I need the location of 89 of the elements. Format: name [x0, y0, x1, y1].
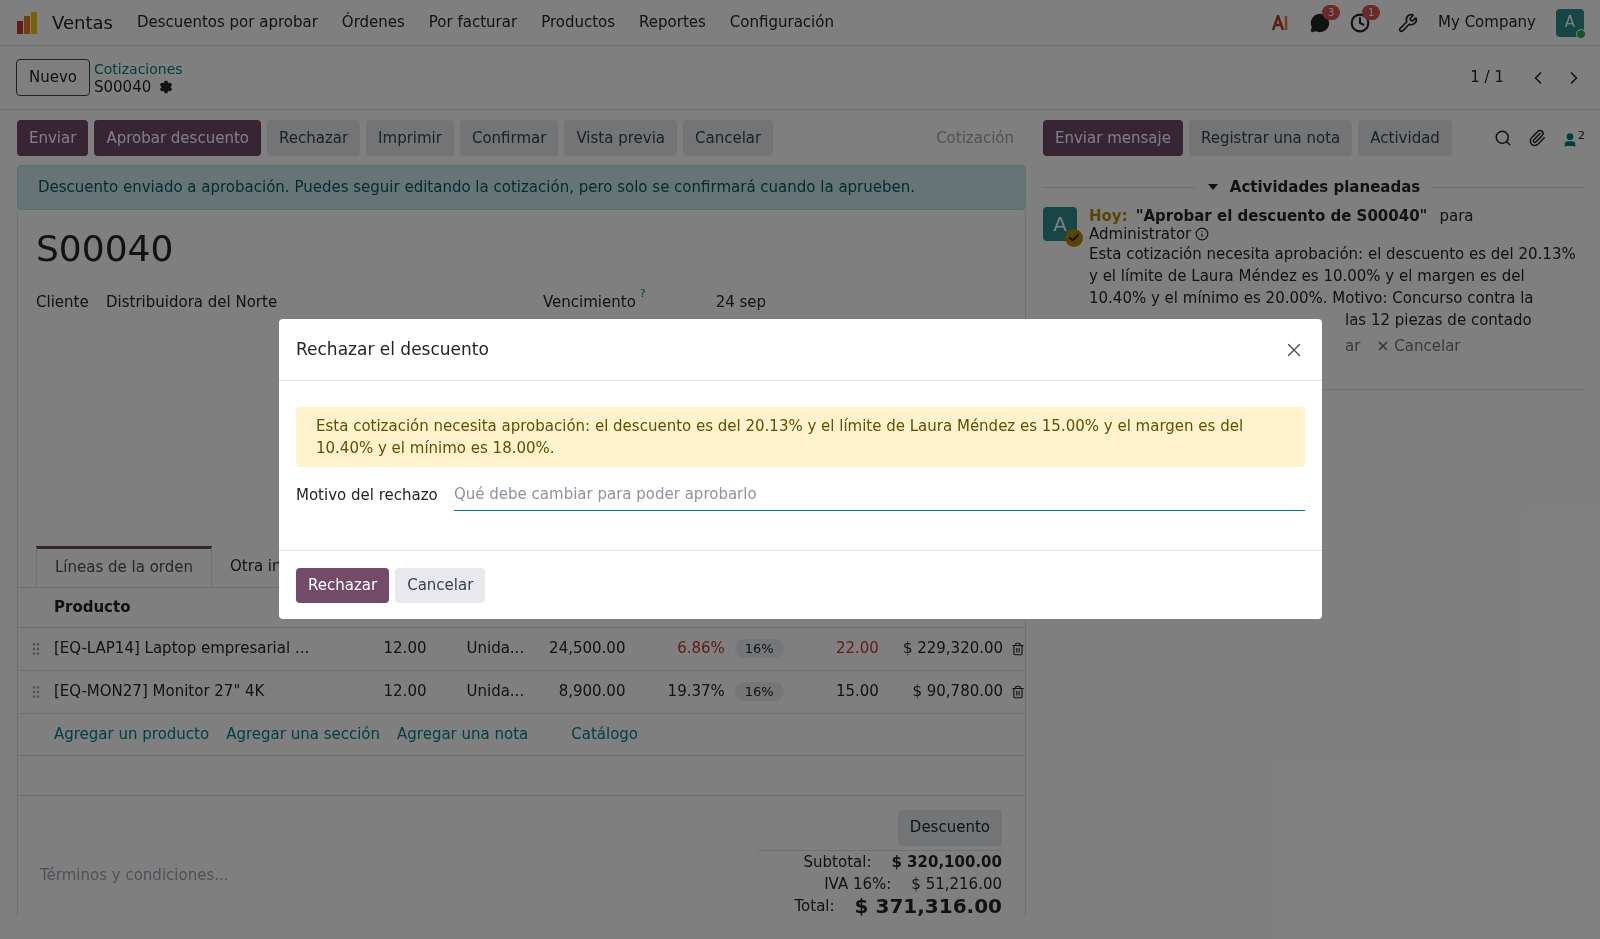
chatter-button[interactable]: Enviar mensaje: [1043, 120, 1183, 156]
record-title: S00040: [36, 226, 175, 271]
delete-icon[interactable]: [1011, 684, 1025, 699]
table-cell-text: $ 229,320.00: [901, 638, 1004, 660]
table-cell-text: $ 90,780.00: [911, 681, 1004, 703]
action-button[interactable]: Confirmar: [459, 120, 559, 156]
tax-badge: 16%: [734, 682, 784, 702]
search-icon[interactable]: [1494, 129, 1512, 147]
table-cell-text: [EQ-LAP14] Laptop empresarial ...: [53, 638, 311, 660]
chatter-button[interactable]: Actividad: [1358, 120, 1452, 156]
reason-input[interactable]: Qué debe cambiar para poder aprobarlo: [454, 479, 1305, 511]
follower-count: 2: [1578, 128, 1585, 144]
table-cell-text: 19.37%: [666, 681, 725, 703]
total-label: Total:: [794, 895, 835, 917]
field-label: Vencimiento: [543, 292, 636, 314]
column-header[interactable]: Producto: [54, 595, 131, 619]
clock-icon[interactable]: [1350, 12, 1371, 33]
record-name: S00040: [94, 77, 152, 96]
notification-badge: 1: [1362, 4, 1381, 20]
activity-title: "Aprobar el descuento de S00040": [1135, 206, 1428, 225]
form-tab[interactable]: Líneas de la orden: [36, 545, 213, 587]
pager: 1 / 1: [1470, 67, 1504, 89]
field-label: Cliente: [36, 292, 90, 314]
activity-for: para: [1439, 206, 1474, 225]
action-button[interactable]: Vista previa: [564, 120, 678, 156]
notification-badge: 3: [1322, 4, 1341, 20]
company-name[interactable]: My Company: [1438, 11, 1536, 34]
table-cell-text: 12.00: [382, 681, 427, 703]
menu-item[interactable]: Reportes: [639, 11, 706, 34]
chat-icon[interactable]: [1310, 12, 1331, 33]
table-cell-text: Unida...: [465, 638, 526, 660]
caret-icon[interactable]: [1207, 184, 1218, 191]
user-avatar[interactable]: A: [1556, 8, 1584, 37]
action-button[interactable]: Cancelar: [683, 120, 774, 156]
table-cell-text: 24,500.00: [548, 638, 626, 660]
followers-icon[interactable]: [1562, 132, 1578, 148]
total-value: $ 320,100.00: [891, 851, 1002, 873]
new-button[interactable]: Nuevo: [16, 59, 90, 96]
menu-item[interactable]: Configuración: [729, 11, 834, 34]
info-alert: Descuento enviado a aprobación. Puedes seguir editando la cotización, pero solo se confirmará cuando la aprueben.: [17, 165, 1026, 210]
menu-item[interactable]: Descuentos por aprobar: [136, 11, 318, 34]
info-icon[interactable]: [1195, 226, 1210, 241]
table-cell-text: 15.00: [834, 681, 879, 703]
total-label: IVA 16%:: [824, 873, 892, 895]
tools-icon[interactable]: [1398, 12, 1419, 33]
help-icon[interactable]: ?: [639, 287, 646, 300]
add-link[interactable]: Agregar una nota: [397, 722, 529, 746]
activity-note: las 12 piezas de contado: [1344, 309, 1533, 331]
dialog-title: Rechazar el descuento: [296, 337, 489, 361]
tax-badge: 16%: [734, 639, 784, 659]
section-title[interactable]: Actividades planeadas: [1229, 176, 1421, 199]
action-button[interactable]: Imprimir: [366, 120, 454, 156]
breadcrumb-link[interactable]: Cotizaciones: [94, 59, 183, 78]
activity-link[interactable]: Cancelar: [1394, 334, 1461, 357]
menu-item[interactable]: Por facturar: [428, 11, 518, 34]
field-value[interactable]: Distribuidora del Norte: [106, 291, 543, 314]
discount-button[interactable]: Descuento: [897, 809, 1002, 846]
dialog-button[interactable]: Rechazar: [296, 567, 390, 603]
field-value[interactable]: 24 sep: [715, 291, 767, 314]
table-cell-text: 22.00: [834, 638, 879, 660]
chatter-button[interactable]: Registrar una nota: [1188, 120, 1353, 156]
menu-item[interactable]: Órdenes: [341, 11, 405, 34]
table-cell-text: 6.86%: [676, 638, 725, 660]
app-name[interactable]: Ventas: [52, 9, 113, 36]
activity-user: Administrator: [1089, 224, 1192, 243]
table-cell-text: 12.00: [382, 638, 427, 660]
delete-icon[interactable]: [1011, 641, 1025, 656]
add-link[interactable]: Catálogo: [571, 722, 639, 746]
dialog-button[interactable]: Cancelar: [395, 567, 486, 603]
total-label: Subtotal:: [803, 851, 872, 873]
activity-date: Hoy:: [1089, 206, 1128, 225]
app-logo-icon[interactable]: [16, 10, 40, 35]
menu-item[interactable]: Productos: [541, 11, 616, 34]
warning-alert: Esta cotización necesita aprobación: el descuento es del 20.13% y el límite de Laura Méndez es 15.00% y el margen es del 10.40% y el mínimo es 18.00%.: [296, 407, 1305, 467]
add-link[interactable]: Agregar una sección: [226, 722, 381, 746]
settings-icon[interactable]: [159, 79, 174, 94]
add-link[interactable]: Agregar un producto: [54, 722, 210, 746]
done-icon: [1065, 228, 1083, 247]
total-value: $ 371,316.00: [854, 894, 1002, 917]
action-button[interactable]: Enviar: [17, 120, 89, 156]
action-button[interactable]: Aprobar descuento: [94, 120, 261, 156]
activity-link[interactable]: ar: [1345, 334, 1361, 357]
field-label: Motivo del rechazo: [296, 484, 439, 506]
paperclip-icon[interactable]: [1528, 129, 1546, 147]
table-cell-text: [EQ-MON27] Monitor 27" 4K: [53, 681, 266, 703]
table-cell-text: Unida...: [465, 681, 526, 703]
action-button[interactable]: Rechazar: [266, 120, 361, 156]
table-cell-text: 8,900.00: [557, 681, 626, 703]
total-value: $ 51,216.00: [911, 873, 1002, 895]
